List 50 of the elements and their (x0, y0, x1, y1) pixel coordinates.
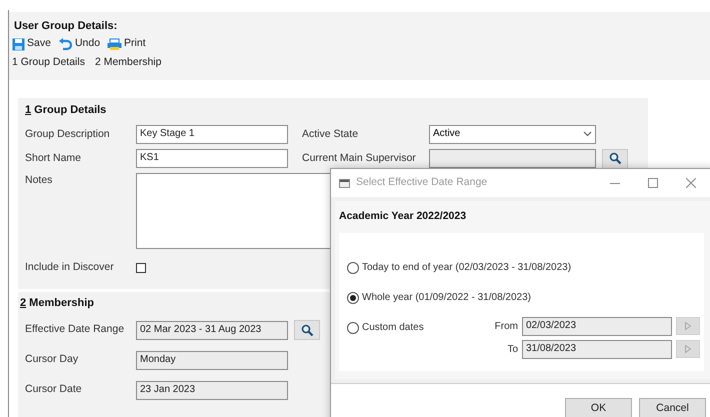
date-field[interactable]: 31/08/2023 (522, 340, 672, 359)
dropdown[interactable]: Active (429, 125, 596, 144)
page-title: User Group Details: (13, 19, 118, 34)
undo-button[interactable]: Undo (58, 36, 100, 52)
field-label: Cursor Day (25, 352, 80, 368)
field-label: Cursor Date (25, 382, 83, 398)
radio-button[interactable] (347, 292, 359, 304)
text-field[interactable]: 23 Jan 2023 (136, 380, 288, 400)
radio-button[interactable] (347, 322, 359, 334)
search-icon (300, 324, 314, 336)
undo-arrow-icon (58, 38, 73, 50)
field-label: Effective Date Range (25, 322, 126, 338)
dialog-title: Select Effective Date Range (356, 175, 488, 190)
search-icon (608, 152, 622, 165)
dialog-heading: Academic Year 2022/2023 (339, 209, 468, 224)
close-icon (686, 178, 696, 188)
text-field[interactable]: KS1 (136, 149, 288, 168)
text-field[interactable]: Monday (136, 350, 288, 370)
field-label: Short Name (25, 150, 82, 166)
section-heading: 2 Membership (20, 296, 94, 310)
maximize-icon (648, 178, 658, 188)
window-icon (339, 178, 350, 188)
checkbox[interactable] (136, 262, 146, 272)
field-label: Current Main Supervisor (302, 150, 417, 166)
field-label: Include in Discover (25, 260, 115, 275)
printer-icon (107, 38, 122, 50)
field-label: Active State (302, 126, 360, 142)
print-button[interactable]: Print (107, 36, 146, 52)
save-button[interactable]: Save (12, 36, 51, 52)
radio-button[interactable] (347, 262, 359, 274)
field-label: From (494, 320, 519, 334)
section-heading: 1 Group Details (25, 103, 106, 118)
search-button[interactable] (602, 148, 628, 168)
dialog-button[interactable]: Cancel (639, 398, 706, 417)
field-label: To (506, 342, 519, 357)
dialog-button[interactable]: OK (565, 398, 632, 417)
radio-option[interactable]: Whole year (01/09/2022 - 31/08/2023) (347, 290, 531, 306)
text-field[interactable]: Key Stage 1 (136, 125, 288, 144)
radio-option[interactable]: Custom dates (347, 320, 457, 336)
field-label: Group Description (25, 126, 111, 142)
section-link[interactable]: 1 Group Details (12, 55, 85, 71)
minimize-icon (610, 182, 620, 184)
arrow-right-icon (685, 322, 691, 330)
radio-option[interactable]: Today to end of year (02/03/2023 - 31/08/2023) (347, 260, 572, 276)
field-label: Notes (25, 172, 54, 188)
search-button[interactable] (294, 320, 320, 340)
date-field[interactable]: 02/03/2023 (522, 316, 672, 336)
text-field[interactable]: 02 Mar 2023 - 31 Aug 2023 (136, 320, 288, 340)
arrow-right-icon (685, 345, 691, 354)
section-link[interactable]: 2 Membership (94, 55, 162, 71)
